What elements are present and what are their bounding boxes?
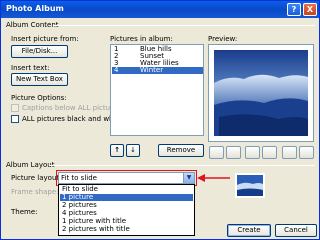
file-disk-button[interactable]: File/Disk... [11, 45, 68, 58]
preview-label: Preview: [208, 35, 238, 43]
rotate-left-icon[interactable] [209, 146, 224, 159]
more-contrast-icon[interactable] [245, 146, 260, 159]
layout-option[interactable]: 4 pictures [60, 210, 193, 217]
move-up-button[interactable]: ↑ [110, 144, 124, 157]
layout-option[interactable]: 1 picture with title [60, 218, 193, 225]
layout-option-selected[interactable]: 1 picture [60, 194, 193, 201]
black-white-checkbox[interactable] [11, 115, 19, 123]
album-content-label: Album Content [6, 21, 59, 29]
picture-layout-value: Fit to slide [61, 174, 97, 182]
frame-shape-label: Frame shape: [11, 188, 59, 196]
layout-option[interactable]: Fit to slide [60, 186, 193, 193]
group-divider [53, 25, 315, 26]
photo-album-dialog: Photo Album ? X Album Content Insert pic… [0, 0, 320, 240]
black-white-option-label: ALL pictures black and white [22, 115, 123, 123]
close-button[interactable]: X [303, 3, 317, 16]
layout-option[interactable]: 2 pictures [60, 202, 193, 209]
title-bar: Photo Album ? X [1, 1, 319, 18]
group-divider [49, 165, 315, 166]
more-brightness-icon[interactable] [282, 146, 297, 159]
create-button[interactable]: Create [227, 224, 271, 237]
pictures-list[interactable]: 1 Blue hills 2 Sunset 3 Water lilies 4 W… [110, 44, 204, 136]
rotate-right-icon[interactable] [226, 146, 241, 159]
help-button[interactable]: ? [287, 3, 301, 16]
winter-preview-image [214, 50, 308, 136]
layout-preview-image [235, 173, 265, 198]
remove-button[interactable]: Remove [158, 144, 204, 157]
move-down-button[interactable]: ↓ [126, 144, 140, 157]
pictures-in-album-label: Pictures in album: [110, 35, 173, 43]
new-text-box-button[interactable]: New Text Box [11, 73, 68, 86]
red-arrow-icon [197, 174, 230, 182]
list-item-selected[interactable]: 4 Winter [112, 67, 203, 74]
list-item-name: Winter [140, 66, 164, 74]
less-brightness-icon[interactable] [299, 146, 314, 159]
picture-layout-label: Picture layout: [11, 174, 62, 182]
picture-layout-options[interactable]: Fit to slide 1 picture 2 pictures 4 pict… [58, 184, 195, 236]
album-layout-label: Album Layout [6, 161, 55, 169]
less-contrast-icon[interactable] [262, 146, 277, 159]
preview-pane [208, 44, 314, 142]
picture-layout-select[interactable]: Fit to slide ▼ [58, 172, 195, 184]
cancel-button[interactable]: Cancel [275, 224, 317, 237]
theme-label: Theme: [11, 208, 38, 216]
chevron-down-icon[interactable]: ▼ [183, 173, 194, 183]
insert-text-label: Insert text: [11, 64, 50, 72]
layout-option[interactable]: 2 pictures with title [60, 226, 193, 233]
picture-options-label: Picture Options: [11, 94, 67, 102]
captions-checkbox[interactable] [11, 104, 19, 112]
captions-option-label: Captions below ALL pictures [22, 104, 121, 112]
insert-picture-label: Insert picture from: [11, 35, 79, 43]
window-title: Photo Album [6, 4, 64, 13]
list-item-number: 4 [114, 66, 119, 74]
